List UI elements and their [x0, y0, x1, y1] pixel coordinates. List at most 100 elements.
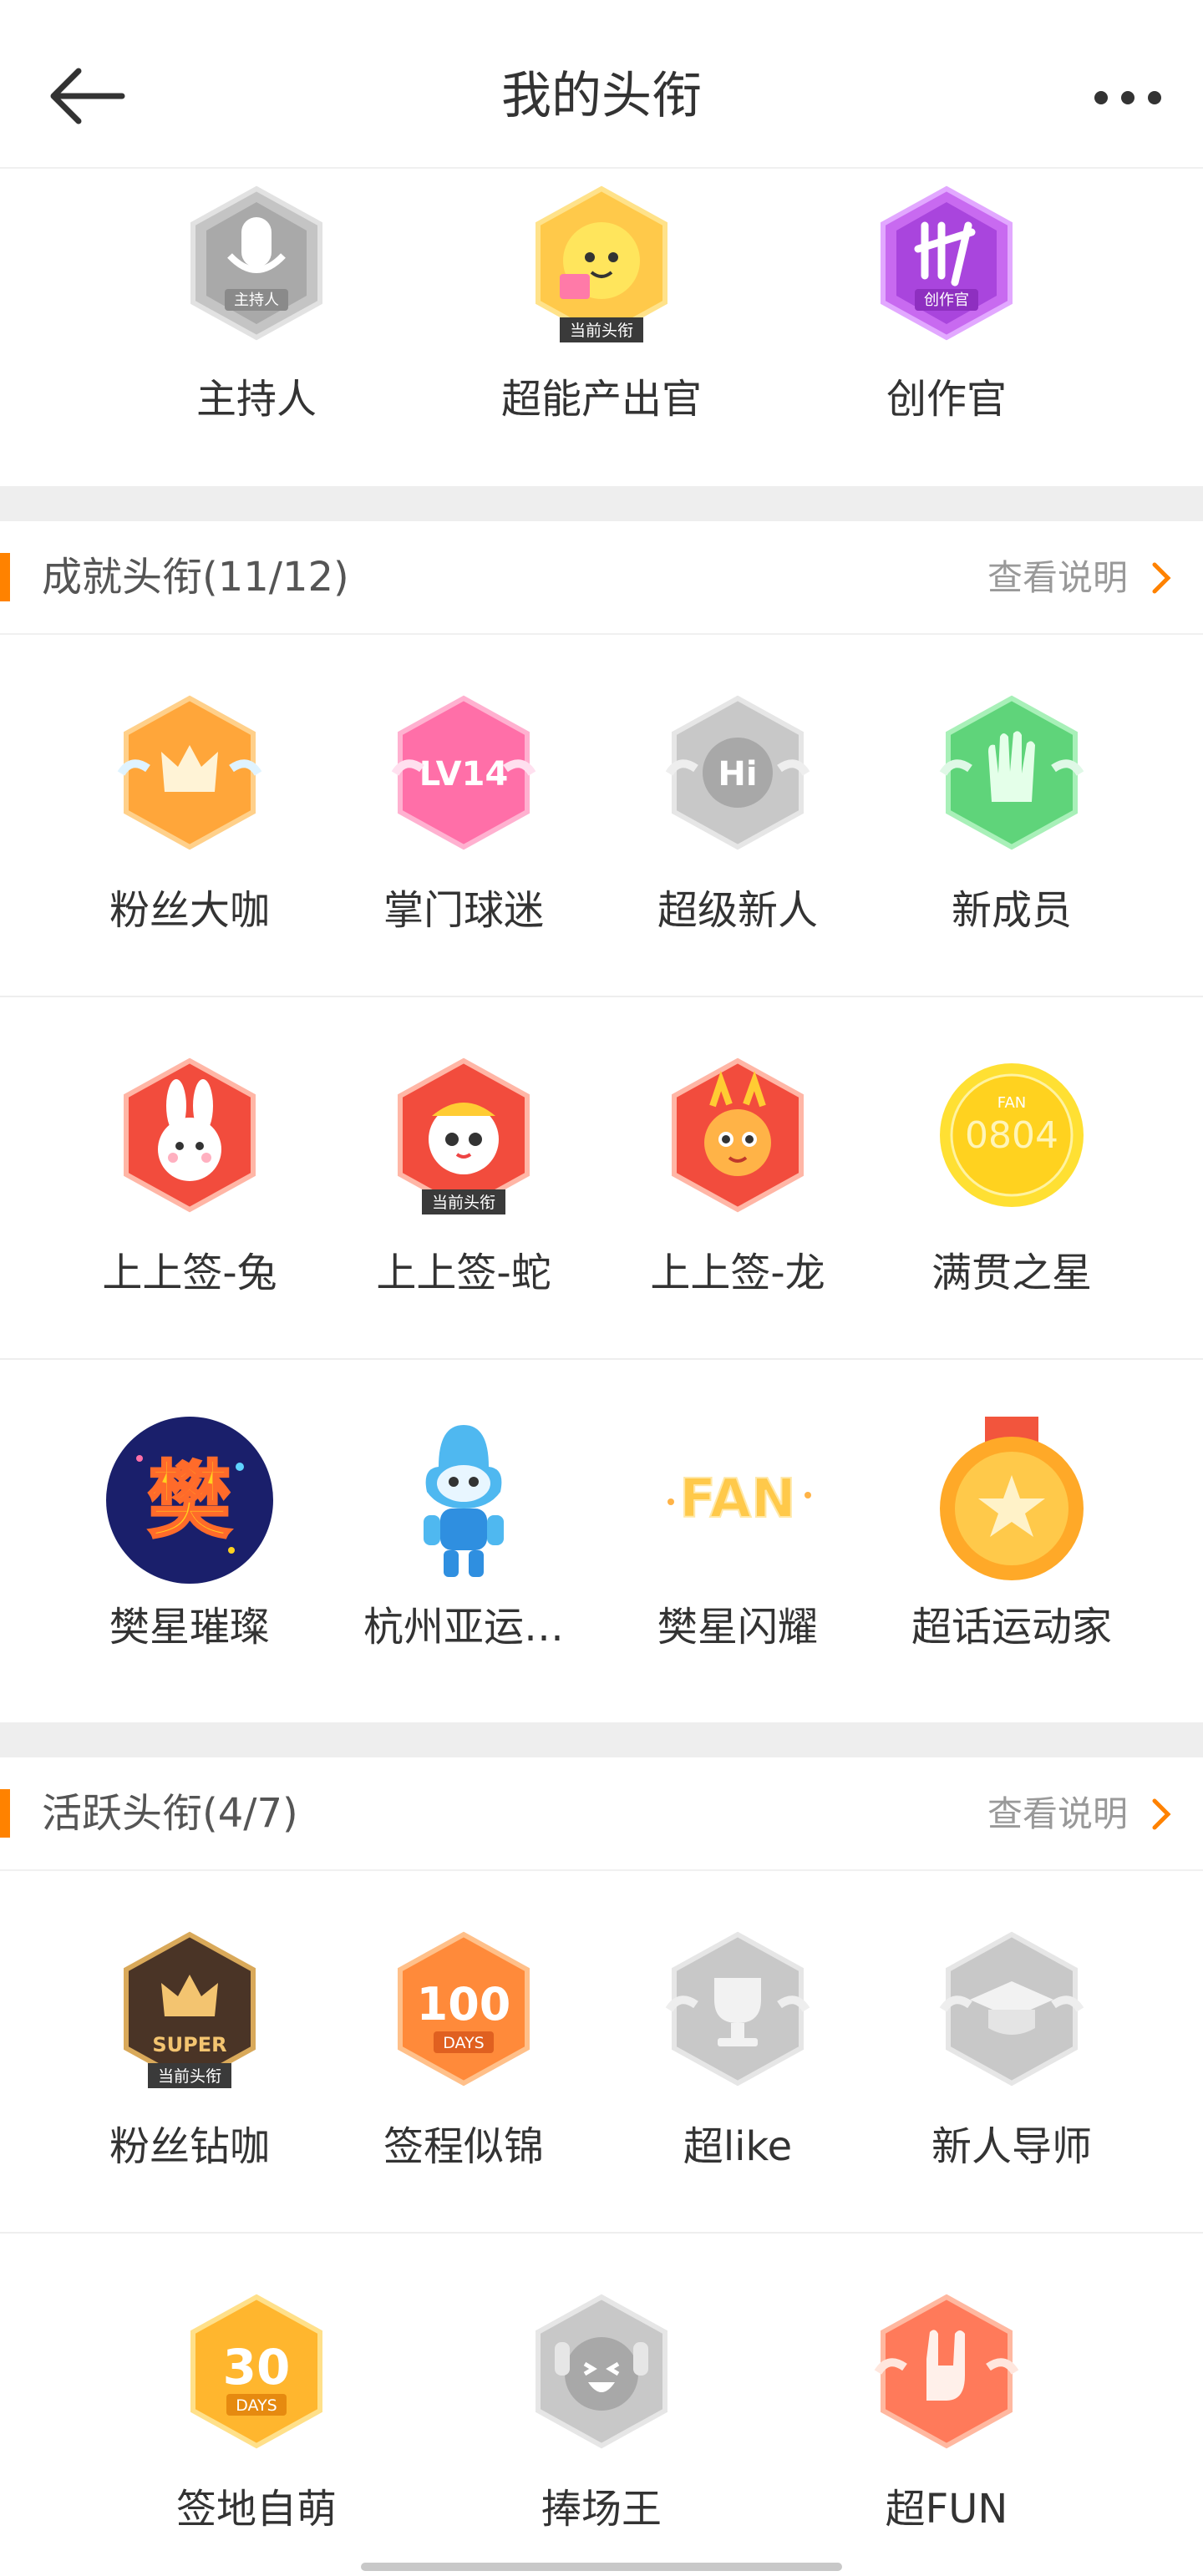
badge-grand-slam-star[interactable]: FAN 0804 满贯之星 [886, 1056, 1137, 1356]
badge-newbie-mentor[interactable]: 新人导师 [886, 1929, 1137, 2230]
page-title: 我的头衔 [501, 67, 702, 125]
achievement-row-2: 上上签-兔 当前头衔 上上签-蛇 上上签-龙 FAN 0804 满贯之星 [0, 997, 1203, 1360]
fan-0804-coin-icon: FAN 0804 [940, 1063, 1084, 1207]
badge-label: 主持人 [195, 376, 317, 423]
crown-wings-icon [117, 695, 262, 850]
achievement-section-header: 成就头衔(11/12) 查看说明 [0, 521, 1203, 635]
badge-lv14-fan[interactable]: LV14 掌门球迷 [338, 693, 589, 994]
trophy-icon [665, 1931, 810, 2087]
badge-label: 掌门球迷 [383, 887, 544, 934]
super-crown-icon: SUPER 当前头衔 [124, 1931, 256, 2088]
badge-label: 签程似锦 [383, 2123, 544, 2170]
top-bar: 我的头衔 [0, 0, 1203, 169]
svg-text:创作官: 创作官 [924, 292, 969, 309]
rock-hand-icon [874, 2294, 1019, 2449]
section-title: 活跃头衔(4/7) [42, 1790, 298, 1837]
badge-label: 超能产出官 [500, 376, 702, 423]
section-accent-bar [0, 1789, 10, 1838]
svg-text:DAYS: DAYS [236, 2396, 277, 2415]
section-title: 成就头衔(11/12) [42, 554, 349, 601]
activity-row-1: SUPER 当前头衔 粉丝钻咖 100 DAYS 签程似锦 超like 新人导师 [0, 1871, 1203, 2234]
dragon-icon [672, 1057, 804, 1213]
super-producer-icon: 当前头衔 [536, 185, 667, 342]
badge-label: 超like [683, 2123, 793, 2170]
rabbit-icon [124, 1057, 256, 1213]
30-days-icon: 30 DAYS [190, 2294, 322, 2449]
badge-label: 粉丝大咖 [109, 887, 270, 934]
section-gap [0, 486, 1203, 521]
badge-30-days[interactable]: 30 DAYS 签地自萌 [131, 2292, 382, 2568]
view-description-link[interactable]: 查看说明 [987, 551, 1128, 605]
svg-text:Hi: Hi [718, 755, 757, 794]
svg-text:FAN: FAN [997, 1094, 1026, 1112]
badge-label: 樊星闪耀 [657, 1604, 818, 1651]
cheering-face-icon [536, 2294, 667, 2449]
badge-label: 创作官 [886, 376, 1007, 423]
asian-games-mascot-icon [424, 1425, 504, 1577]
creator-icon: 创作官 [881, 185, 1013, 341]
svg-text:当前头衔: 当前头衔 [158, 2067, 221, 2086]
badge-100-days[interactable]: 100 DAYS 签程似锦 [338, 1929, 589, 2230]
svg-text:LV14: LV14 [419, 755, 509, 794]
svg-text:FAN: FAN [679, 1468, 795, 1530]
badge-sports-star[interactable]: 超话运动家 [886, 1417, 1137, 1717]
badge-creator[interactable]: 创作官 创作官 [821, 184, 1072, 484]
chevron-right-icon[interactable] [1145, 1794, 1178, 1834]
more-options-icon[interactable] [1086, 71, 1170, 121]
badge-label: 上上签-兔 [102, 1250, 277, 1296]
top-badges-row: 主持人 主持人 当前头衔 超能产出官 创作官 创作官 [0, 169, 1203, 486]
activity-row-2: 30 DAYS 签地自萌 捧场王 超FUN [0, 2234, 1203, 2568]
badge-fan-star-brilliant[interactable]: 樊 樊星璀璨 [64, 1417, 315, 1717]
badge-fan-diamond[interactable]: SUPER 当前头衔 粉丝钻咖 [64, 1929, 315, 2230]
badge-host[interactable]: 主持人 主持人 [131, 184, 382, 484]
svg-text:0804: 0804 [965, 1114, 1058, 1157]
badge-label: 新成员 [951, 887, 1072, 934]
svg-text:SUPER: SUPER [152, 2033, 226, 2056]
svg-text:100: 100 [417, 1978, 511, 2031]
svg-text:当前头衔: 当前头衔 [570, 322, 633, 340]
badge-label: 樊星璀璨 [109, 1604, 270, 1651]
badge-label: 上上签-龙 [650, 1250, 825, 1296]
badge-label: 超话运动家 [911, 1604, 1112, 1651]
badge-label: 上上签-蛇 [376, 1250, 551, 1296]
badge-label: 捧场王 [541, 2486, 662, 2533]
badge-label: 签地自萌 [175, 2486, 337, 2533]
badge-lucky-dragon[interactable]: 上上签-龙 [612, 1056, 863, 1356]
snake-icon: 当前头衔 [398, 1057, 530, 1214]
chevron-right-icon[interactable] [1145, 558, 1178, 598]
achievement-row-1: 粉丝大咖 LV14 掌门球迷 Hi 超级新人 新成员 [0, 635, 1203, 997]
hand-icon [939, 695, 1084, 850]
badge-fan-vip[interactable]: 粉丝大咖 [64, 693, 315, 994]
lv14-icon: LV14 [391, 695, 536, 850]
badge-lucky-rabbit[interactable]: 上上签-兔 [64, 1056, 315, 1356]
svg-text:樊: 樊 [148, 1452, 231, 1549]
badge-super-fun[interactable]: 超FUN [821, 2292, 1072, 2568]
fan-text-icon: FAN [667, 1468, 811, 1531]
host-mic-icon: 主持人 [190, 185, 322, 341]
sports-medal-icon [940, 1417, 1084, 1580]
activity-section-header: 活跃头衔(4/7) 查看说明 [0, 1757, 1203, 1871]
grad-cap-icon [939, 1931, 1084, 2087]
badge-cheer-king[interactable]: 捧场王 [476, 2292, 727, 2568]
badge-label: 超级新人 [657, 887, 818, 934]
badge-super-producer[interactable]: 当前头衔 超能产出官 [476, 184, 727, 484]
badge-lucky-snake[interactable]: 当前头衔 上上签-蛇 [338, 1056, 589, 1356]
section-accent-bar [0, 553, 10, 601]
svg-text:DAYS: DAYS [443, 2034, 485, 2052]
fan-star-icon: 樊 [106, 1417, 273, 1584]
svg-text:当前头衔: 当前头衔 [432, 1194, 495, 1212]
badge-hangzhou-asian-games[interactable]: 杭州亚运… [338, 1417, 589, 1717]
badge-label: 粉丝钻咖 [109, 2123, 270, 2170]
badge-label: 超FUN [885, 2486, 1008, 2533]
badge-fan-star-shine[interactable]: FAN 樊星闪耀 [612, 1417, 863, 1717]
100-days-icon: 100 DAYS [398, 1931, 530, 2087]
badge-super-newbie[interactable]: Hi 超级新人 [612, 693, 863, 994]
badge-new-member[interactable]: 新成员 [886, 693, 1137, 994]
section-gap [0, 1722, 1203, 1757]
achievement-row-3: 樊 樊星璀璨 杭州亚运… FAN 樊星闪耀 超话运动家 [0, 1360, 1203, 1722]
view-description-link[interactable]: 查看说明 [987, 1787, 1128, 1841]
badge-super-like[interactable]: 超like [612, 1929, 863, 2230]
svg-text:主持人: 主持人 [234, 292, 279, 309]
badge-label: 新人导师 [931, 2123, 1092, 2170]
home-indicator[interactable] [361, 2563, 842, 2571]
